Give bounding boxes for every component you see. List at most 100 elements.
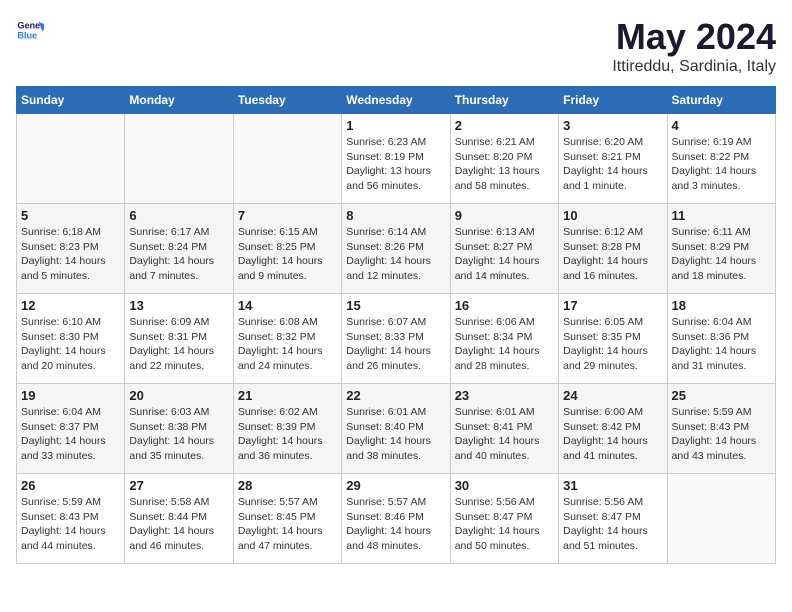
day-cell: 27Sunrise: 5:58 AMSunset: 8:44 PMDayligh… [125,474,233,564]
calendar-table: SundayMondayTuesdayWednesdayThursdayFrid… [16,86,776,564]
day-info: Sunrise: 6:08 AMSunset: 8:32 PMDaylight:… [238,315,337,374]
day-info: Sunrise: 6:04 AMSunset: 8:36 PMDaylight:… [672,315,771,374]
weekday-header-friday: Friday [559,87,667,114]
day-info: Sunrise: 6:01 AMSunset: 8:40 PMDaylight:… [346,405,445,464]
day-cell: 22 Sunrise: 6:01 AMSunset: 8:40 PMDayligh… [342,384,450,474]
day-info: Sunrise: 6:05 AMSunset: 8:35 PMDaylight:… [563,315,662,374]
day-number: 14 [238,298,337,313]
day-cell: 19Sunrise: 6:04 AMSunset: 8:37 PMDayligh… [17,384,125,474]
day-number: 20 [129,388,228,403]
day-number: 18 [672,298,771,313]
day-cell [233,114,341,204]
day-number: 28 [238,478,337,493]
day-info: Sunrise: 6:15 AMSunset: 8:25 PMDaylight:… [238,225,337,284]
day-cell: 3Sunrise: 6:20 AMSunset: 8:21 PMDaylight… [559,114,667,204]
weekday-header-sunday: Sunday [17,87,125,114]
day-cell: 25 Sunrise: 5:59 AMSunset: 8:43 PMDayligh… [667,384,775,474]
day-info: Sunrise: 6:14 AMSunset: 8:26 PMDaylight:… [346,225,445,284]
day-cell: 11 Sunrise: 6:11 AMSunset: 8:29 PMDayligh… [667,204,775,294]
day-info: Sunrise: 5:57 AMSunset: 8:46 PMDaylight:… [346,495,445,554]
day-info: Sunrise: 6:21 AMSunset: 8:20 PMDaylight:… [455,135,554,194]
day-number: 29 [346,478,445,493]
day-info: Sunrise: 6:09 AMSunset: 8:31 PMDaylight:… [129,315,228,374]
week-row-5: 26 Sunrise: 5:59 AMSunset: 8:43 PMDayligh… [17,474,776,564]
day-number: 5 [21,208,120,223]
day-number: 26 [21,478,120,493]
day-cell: 28 Sunrise: 5:57 AMSunset: 8:45 PMDayligh… [233,474,341,564]
day-cell: 26 Sunrise: 5:59 AMSunset: 8:43 PMDayligh… [17,474,125,564]
day-cell: 8Sunrise: 6:14 AMSunset: 8:26 PMDaylight… [342,204,450,294]
day-cell: 24 Sunrise: 6:00 AMSunset: 8:42 PMDayligh… [559,384,667,474]
day-number: 10 [563,208,662,223]
title-block: May 2024 Ittireddu, Sardinia, Italy [612,16,776,76]
day-cell: 6 Sunrise: 6:17 AMSunset: 8:24 PMDaylight… [125,204,233,294]
weekday-header-saturday: Saturday [667,87,775,114]
day-cell: 5Sunrise: 6:18 AMSunset: 8:23 PMDaylight… [17,204,125,294]
day-number: 23 [455,388,554,403]
day-number: 12 [21,298,120,313]
day-info: Sunrise: 6:23 AMSunset: 8:19 PMDaylight:… [346,135,445,194]
svg-text:General: General [17,21,44,31]
day-cell: 23 Sunrise: 6:01 AMSunset: 8:41 PMDayligh… [450,384,558,474]
day-info: Sunrise: 6:07 AMSunset: 8:33 PMDaylight:… [346,315,445,374]
day-cell: 16 Sunrise: 6:06 AMSunset: 8:34 PMDayligh… [450,294,558,384]
day-info: Sunrise: 6:10 AMSunset: 8:30 PMDaylight:… [21,315,120,374]
day-info: Sunrise: 6:06 AMSunset: 8:34 PMDaylight:… [455,315,554,374]
day-number: 22 [346,388,445,403]
day-info: Sunrise: 6:00 AMSunset: 8:42 PMDaylight:… [563,405,662,464]
day-number: 15 [346,298,445,313]
day-info: Sunrise: 6:20 AMSunset: 8:21 PMDaylight:… [563,135,662,194]
day-info: Sunrise: 5:56 AMSunset: 8:47 PMDaylight:… [455,495,554,554]
day-number: 9 [455,208,554,223]
day-info: Sunrise: 5:56 AMSunset: 8:47 PMDaylight:… [563,495,662,554]
week-row-3: 12 Sunrise: 6:10 AMSunset: 8:30 PMDayligh… [17,294,776,384]
day-number: 24 [563,388,662,403]
day-cell: 7Sunrise: 6:15 AMSunset: 8:25 PMDaylight… [233,204,341,294]
day-info: Sunrise: 5:58 AMSunset: 8:44 PMDaylight:… [129,495,228,554]
day-number: 31 [563,478,662,493]
day-info: Sunrise: 6:11 AMSunset: 8:29 PMDaylight:… [672,225,771,284]
svg-text:Blue: Blue [17,30,37,40]
day-cell: 31 Sunrise: 5:56 AMSunset: 8:47 PMDayligh… [559,474,667,564]
page-header: General Blue May 2024 Ittireddu, Sardini… [16,16,776,76]
weekday-header-tuesday: Tuesday [233,87,341,114]
day-number: 16 [455,298,554,313]
weekday-header-monday: Monday [125,87,233,114]
day-number: 19 [21,388,120,403]
logo: General Blue [16,16,46,44]
weekday-header-thursday: Thursday [450,87,558,114]
day-cell: 2Sunrise: 6:21 AMSunset: 8:20 PMDaylight… [450,114,558,204]
day-info: Sunrise: 5:59 AMSunset: 8:43 PMDaylight:… [672,405,771,464]
day-number: 1 [346,118,445,133]
day-number: 17 [563,298,662,313]
day-cell: 14 Sunrise: 6:08 AMSunset: 8:32 PMDayligh… [233,294,341,384]
week-row-1: 1 Sunrise: 6:23 AMSunset: 8:19 PMDaylight… [17,114,776,204]
day-info: Sunrise: 5:57 AMSunset: 8:45 PMDaylight:… [238,495,337,554]
day-cell: 17 Sunrise: 6:05 AMSunset: 8:35 PMDayligh… [559,294,667,384]
day-cell: 18 Sunrise: 6:04 AMSunset: 8:36 PMDayligh… [667,294,775,384]
day-cell: 12 Sunrise: 6:10 AMSunset: 8:30 PMDayligh… [17,294,125,384]
day-cell: 20Sunrise: 6:03 AMSunset: 8:38 PMDayligh… [125,384,233,474]
day-cell [17,114,125,204]
day-number: 25 [672,388,771,403]
day-cell [667,474,775,564]
day-info: Sunrise: 6:19 AMSunset: 8:22 PMDaylight:… [672,135,771,194]
day-number: 6 [129,208,228,223]
day-info: Sunrise: 6:02 AMSunset: 8:39 PMDaylight:… [238,405,337,464]
day-cell: 21Sunrise: 6:02 AMSunset: 8:39 PMDayligh… [233,384,341,474]
day-info: Sunrise: 6:01 AMSunset: 8:41 PMDaylight:… [455,405,554,464]
day-cell [125,114,233,204]
week-row-4: 19Sunrise: 6:04 AMSunset: 8:37 PMDayligh… [17,384,776,474]
day-info: Sunrise: 5:59 AMSunset: 8:43 PMDaylight:… [21,495,120,554]
day-number: 11 [672,208,771,223]
day-cell: 9 Sunrise: 6:13 AMSunset: 8:27 PMDaylight… [450,204,558,294]
weekday-header-row: SundayMondayTuesdayWednesdayThursdayFrid… [17,87,776,114]
day-info: Sunrise: 6:13 AMSunset: 8:27 PMDaylight:… [455,225,554,284]
day-cell: 10Sunrise: 6:12 AMSunset: 8:28 PMDayligh… [559,204,667,294]
day-number: 4 [672,118,771,133]
location-title: Ittireddu, Sardinia, Italy [612,58,776,76]
day-number: 30 [455,478,554,493]
day-info: Sunrise: 6:17 AMSunset: 8:24 PMDaylight:… [129,225,228,284]
weekday-header-wednesday: Wednesday [342,87,450,114]
day-cell: 30 Sunrise: 5:56 AMSunset: 8:47 PMDayligh… [450,474,558,564]
